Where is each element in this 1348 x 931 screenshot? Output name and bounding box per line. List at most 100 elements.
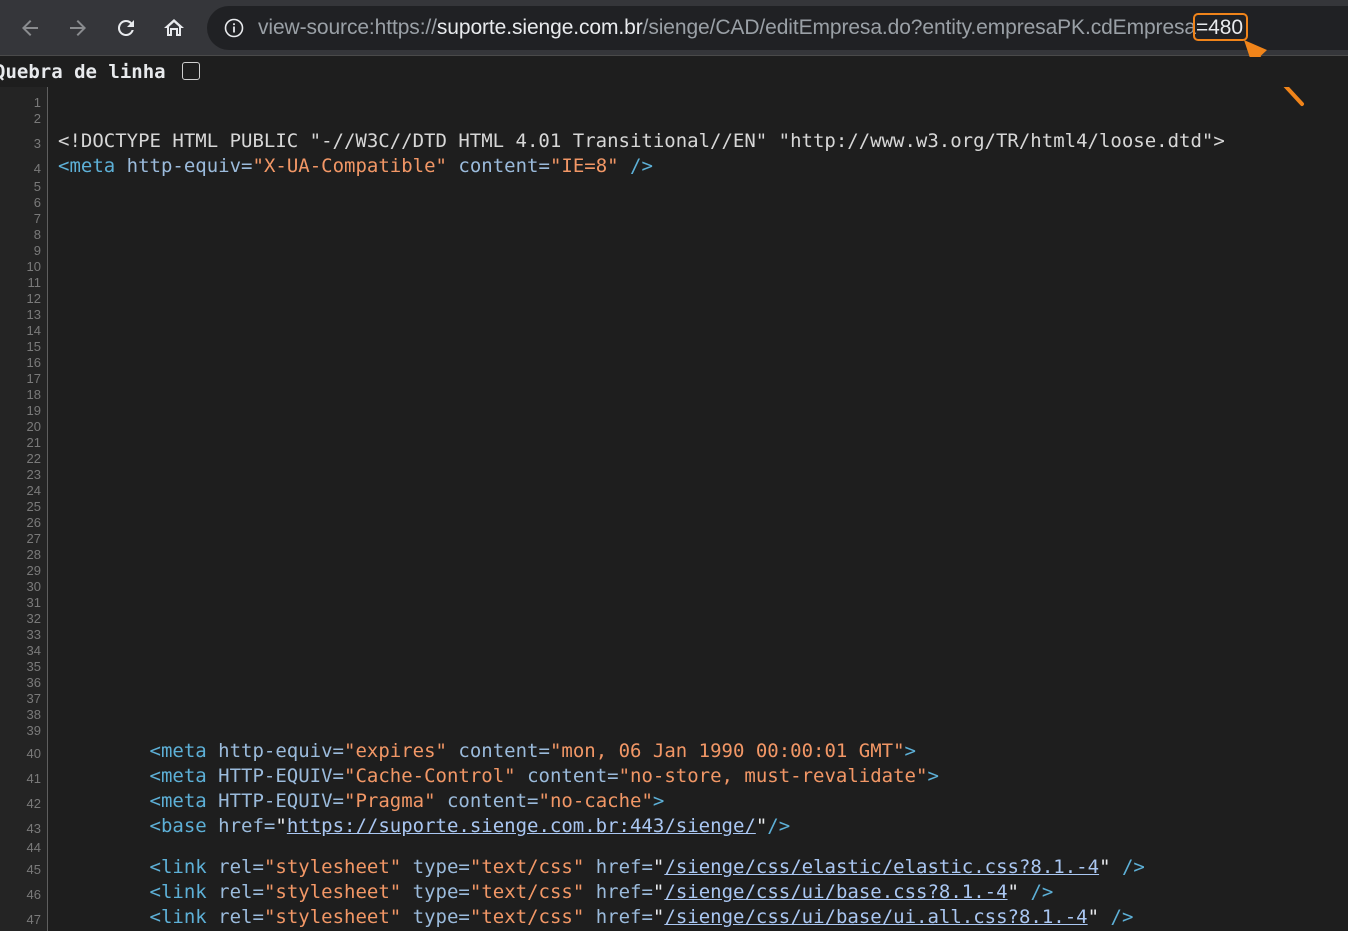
- code-line-46: <link rel="stylesheet" type="text/css" h…: [58, 881, 1054, 903]
- attr-value: "text/css": [469, 881, 585, 903]
- attr-name: http-equiv=: [218, 740, 345, 762]
- attr-value: "mon, 06 Jan 1990 00:00:01 GMT": [549, 740, 905, 762]
- quote: ": [1099, 856, 1111, 878]
- home-icon: [164, 19, 184, 36]
- quote: ": [652, 856, 665, 878]
- line-number: 28: [26, 547, 41, 562]
- line-number: 34: [26, 643, 41, 658]
- reload-icon: [117, 19, 134, 36]
- line-number: 45: [26, 862, 41, 877]
- line-number: 26: [26, 515, 41, 530]
- code-line-45: <link rel="stylesheet" type="text/css" h…: [58, 856, 1145, 878]
- quote: ": [652, 881, 665, 903]
- line-number: 41: [26, 771, 41, 786]
- attr-name: href=: [595, 856, 653, 878]
- line-wrap-checkbox[interactable]: [182, 62, 200, 80]
- line-number: 47: [26, 912, 41, 927]
- url-host: suporte.sienge.com.br: [436, 16, 643, 39]
- line-number: 15: [26, 339, 41, 354]
- attr-name: HTTP-EQUIV=: [218, 790, 345, 812]
- tag-close: />: [767, 815, 791, 837]
- line-number: 19: [26, 403, 41, 418]
- tag-close: >: [927, 765, 939, 787]
- line-number: 4: [33, 161, 41, 176]
- attr-name: type=: [412, 906, 470, 928]
- attr-value: "stylesheet": [263, 881, 402, 903]
- tag-open: <meta: [149, 790, 207, 812]
- attr-name: type=: [412, 856, 470, 878]
- code-line-47: <link rel="stylesheet" type="text/css" h…: [58, 906, 1134, 928]
- attr-name: content=: [458, 740, 550, 762]
- attr-name: href=: [595, 906, 653, 928]
- line-number: 23: [26, 467, 41, 482]
- attr-name: http-equiv=: [126, 155, 253, 177]
- tag-close: />: [1110, 906, 1134, 928]
- line-number: 33: [26, 627, 41, 642]
- line-number: 20: [26, 419, 41, 434]
- tag-open: <link: [149, 856, 207, 878]
- line-number: 35: [26, 659, 41, 674]
- browser-toolbar: view-source:https://suporte.sienge.com.b…: [0, 0, 1348, 56]
- tag-close: >: [904, 740, 916, 762]
- attr-name: HTTP-EQUIV=: [218, 765, 345, 787]
- attr-name: href=: [595, 881, 653, 903]
- line-number: 29: [26, 563, 41, 578]
- line-number: 38: [26, 707, 41, 722]
- attr-name: content=: [446, 790, 539, 812]
- arrow-right-icon: [70, 20, 86, 36]
- quote: ": [275, 815, 287, 837]
- line-wrap-bar: Quebra de linha: [0, 57, 1348, 87]
- tag-open: <meta: [149, 765, 207, 787]
- forward-button[interactable]: [58, 8, 98, 48]
- line-number: 36: [26, 675, 41, 690]
- line-number: 18: [26, 387, 41, 402]
- line-number: 25: [26, 499, 41, 514]
- tag-open: <meta: [149, 740, 207, 762]
- line-number: 9: [33, 243, 41, 258]
- home-button[interactable]: [154, 8, 194, 48]
- back-button[interactable]: [10, 8, 50, 48]
- stylesheet-link[interactable]: /sienge/css/ui/base.css?8.1.-4: [664, 881, 1007, 903]
- line-number: 8: [33, 227, 41, 242]
- quote: ": [1007, 881, 1019, 903]
- base-href-link[interactable]: https://suporte.sienge.com.br:443/sienge…: [287, 815, 756, 837]
- line-number: 10: [26, 259, 41, 274]
- line-number: 1: [33, 95, 41, 110]
- line-number: 21: [26, 435, 41, 450]
- attr-value: "text/css": [469, 906, 585, 928]
- code-line-43: <base href="https://suporte.sienge.com.b…: [58, 815, 791, 837]
- line-number: 32: [26, 611, 41, 626]
- attr-name: content=: [527, 765, 619, 787]
- attr-name: type=: [412, 881, 470, 903]
- url-text[interactable]: view-source:https://suporte.sienge.com.b…: [258, 6, 1243, 50]
- line-number: 22: [26, 451, 41, 466]
- stylesheet-link[interactable]: /sienge/css/ui/base/ui.all.css?8.1.-4: [664, 906, 1087, 928]
- line-number: 31: [26, 595, 41, 610]
- line-number: 46: [26, 887, 41, 902]
- info-icon[interactable]: [224, 18, 244, 38]
- line-number: 37: [26, 691, 41, 706]
- code-line-42: <meta HTTP-EQUIV="Pragma" content="no-ca…: [58, 790, 665, 812]
- line-number: 43: [26, 821, 41, 836]
- quote: ": [652, 906, 665, 928]
- code-line-4: <meta http-equiv="X-UA-Compatible" conte…: [58, 155, 653, 177]
- tag-close: />: [1030, 881, 1054, 903]
- line-number: 6: [33, 195, 41, 210]
- attr-name: rel=: [218, 881, 264, 903]
- attr-value: "text/css": [469, 856, 585, 878]
- quote: ": [1087, 906, 1100, 928]
- line-number: 27: [26, 531, 41, 546]
- attr-name: rel=: [218, 856, 264, 878]
- attr-name: href=: [218, 815, 276, 837]
- line-number: 39: [26, 723, 41, 738]
- address-bar[interactable]: view-source:https://suporte.sienge.com.b…: [207, 6, 1348, 50]
- reload-button[interactable]: [106, 8, 146, 48]
- line-number: 11: [27, 275, 42, 290]
- attr-name: content=: [458, 155, 550, 177]
- stylesheet-link[interactable]: /sienge/css/elastic/elastic.css?8.1.-4: [664, 856, 1099, 878]
- line-number: 5: [33, 179, 41, 194]
- quote: ": [755, 815, 768, 837]
- url-path: /sienge/CAD/editEmpresa.do?entity.empres…: [642, 16, 1197, 39]
- line-number: 40: [26, 746, 41, 761]
- line-number: 3: [33, 136, 41, 151]
